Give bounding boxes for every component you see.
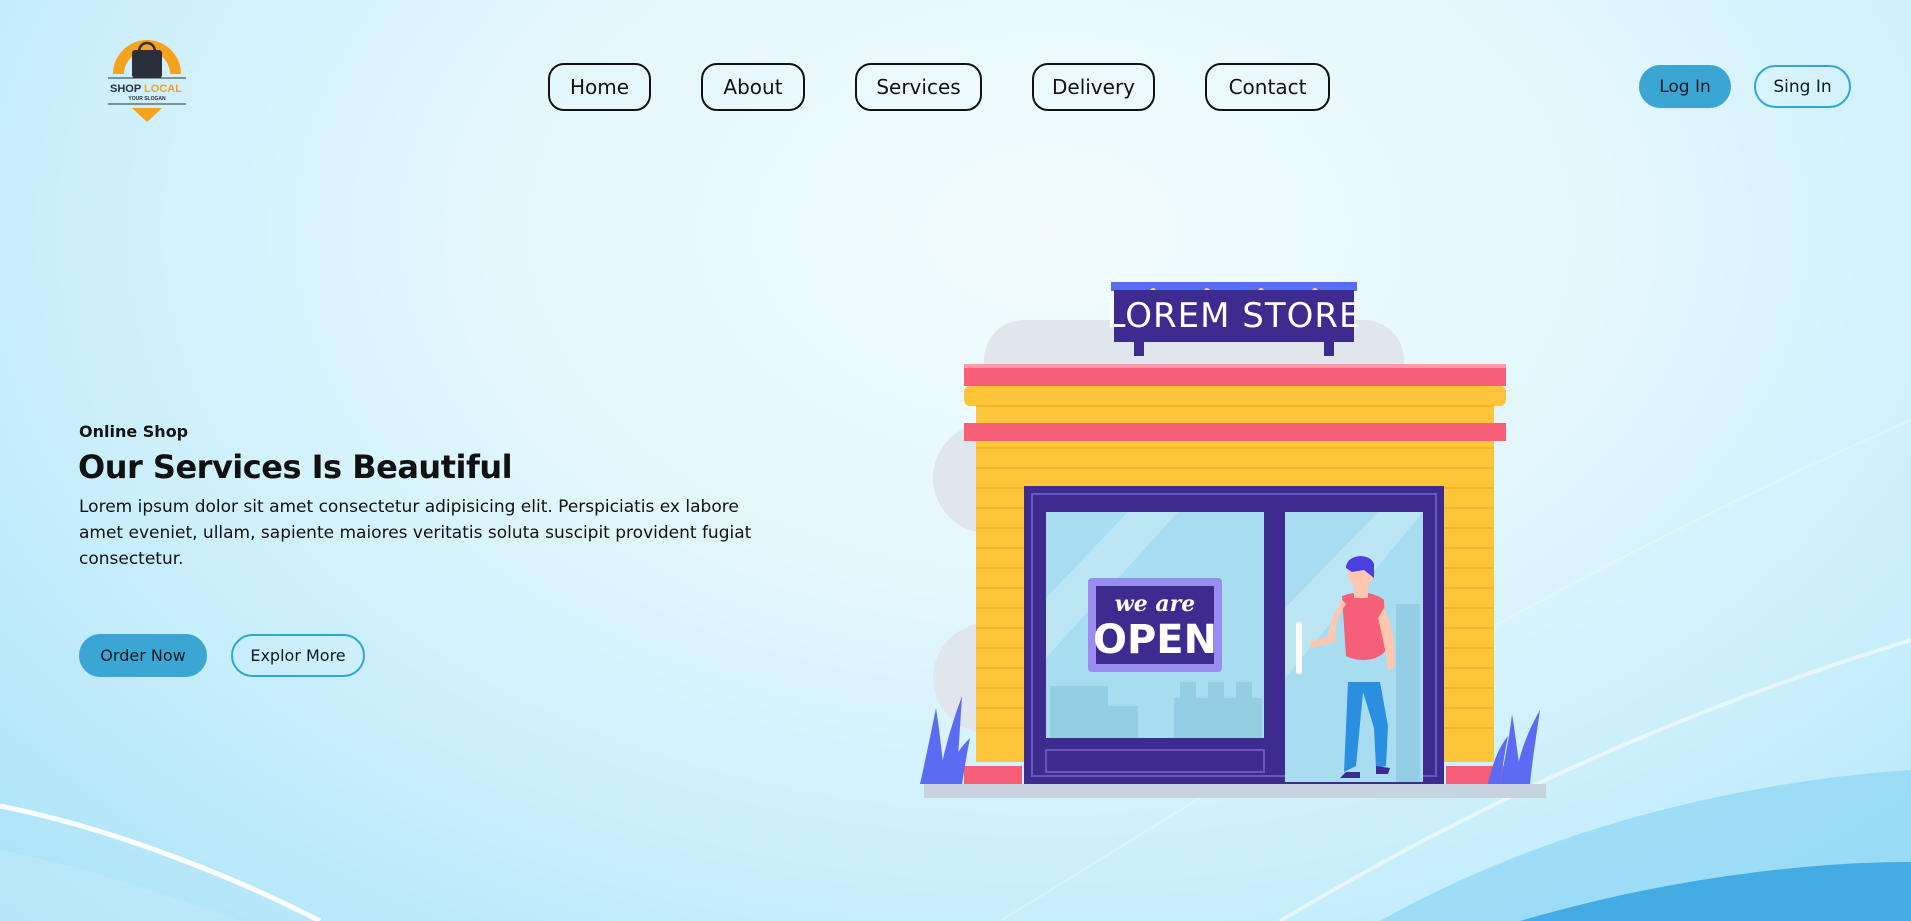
store-illustration: LOREM STORE we are OPEN <box>920 282 1546 798</box>
main-nav: Home About Services Delivery Contact <box>0 63 1911 111</box>
hero-eyebrow: Online Shop <box>79 422 189 441</box>
door-sign-line2: OPEN <box>1093 617 1217 663</box>
nav-home[interactable]: Home <box>548 63 651 111</box>
nav-delivery[interactable]: Delivery <box>1032 63 1155 111</box>
order-now-button[interactable]: Order Now <box>79 634 207 677</box>
door-sign-line1: we are <box>1115 591 1195 617</box>
nav-about[interactable]: About <box>701 63 805 111</box>
signin-button[interactable]: Sing In <box>1754 65 1851 108</box>
hero-title: Our Services Is Beautiful <box>78 448 513 486</box>
nav-services[interactable]: Services <box>855 63 982 111</box>
store-sign-text: LOREM STORE <box>1107 296 1362 336</box>
hero-description: Lorem ipsum dolor sit amet consectetur a… <box>79 497 752 569</box>
nav-contact[interactable]: Contact <box>1205 63 1330 111</box>
explore-more-button[interactable]: Explor More <box>231 634 365 677</box>
login-button[interactable]: Log In <box>1639 65 1731 108</box>
